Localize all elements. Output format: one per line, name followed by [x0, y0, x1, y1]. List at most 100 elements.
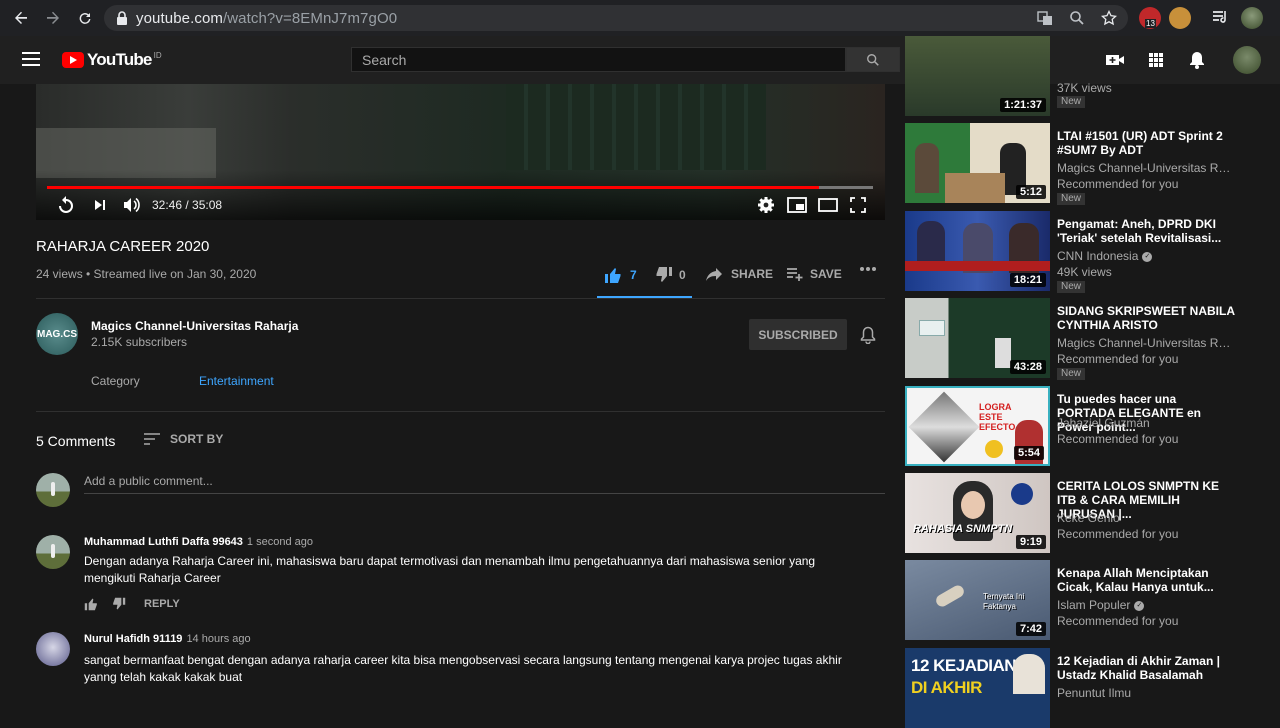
duration-badge: 5:12 — [1015, 185, 1046, 199]
suggested-video[interactable]: 12 KEJADIAN DI AKHIR 12 Kejadian di Akhi… — [905, 648, 1275, 728]
next-icon[interactable] — [92, 194, 108, 216]
video-player[interactable]: 32:46 / 35:08 — [36, 84, 885, 220]
youtube-play-icon — [62, 52, 84, 68]
replay-icon[interactable] — [56, 194, 76, 216]
add-comment-input[interactable]: Add a public comment... — [84, 474, 213, 488]
comment-dislike-icon[interactable] — [112, 597, 126, 611]
extension-cookie-icon[interactable] — [1169, 7, 1191, 29]
video-meta: 24 views • Streamed live on Jan 30, 2020 — [36, 267, 257, 281]
video-title: RAHARJA CAREER 2020 — [36, 238, 210, 255]
channel-name: CNN Indonesia ✓ — [1057, 249, 1237, 263]
channel-avatar[interactable]: MAG.CS — [36, 313, 78, 355]
time-display: 32:46 / 35:08 — [152, 198, 223, 212]
theater-mode-icon[interactable] — [818, 194, 838, 216]
category-link[interactable]: Entertainment — [199, 374, 274, 388]
video-thumbnail: 1:21:37 — [905, 36, 1050, 116]
reload-icon[interactable] — [72, 5, 98, 31]
comment-time: 1 second ago — [246, 536, 313, 548]
lock-icon — [117, 11, 127, 25]
fullscreen-icon[interactable] — [850, 194, 866, 216]
video-thumbnail: RAHASIA SNMPTN 9:19 — [905, 473, 1050, 553]
miniplayer-icon[interactable] — [787, 194, 807, 216]
new-badge: New — [1057, 193, 1086, 205]
channel-name: Penuntut Ilmu — [1057, 686, 1132, 700]
channel-name: Magics Channel-Universitas Raharja — [1057, 161, 1237, 175]
volume-icon[interactable] — [121, 194, 141, 216]
bookmark-star-icon[interactable] — [1100, 9, 1118, 27]
playlist-add-icon — [787, 268, 803, 281]
logo-region: ID — [153, 50, 162, 60]
logo-wordmark: YouTube — [87, 50, 152, 69]
extension-abp-icon[interactable]: 13 — [1139, 7, 1161, 29]
suggested-video[interactable]: 43:28 SIDANG SKRIPSWEET NABILA CYNTHIA A… — [905, 298, 1275, 380]
suggested-video[interactable]: LOGRA ESTE EFECTO 5:54 Tu puedes hacer u… — [905, 386, 1275, 466]
share-button[interactable]: SHARE — [705, 266, 773, 282]
channel-name: Jahaziel Guzmán — [1057, 416, 1150, 430]
channel-subscribers: 2.15K subscribers — [91, 335, 188, 349]
url-text: youtube.com/watch?v=8EMnJ7m7gO0 — [136, 9, 398, 27]
video-frame-scene — [506, 84, 766, 170]
zoom-icon[interactable] — [1068, 9, 1086, 27]
comment-author[interactable]: Muhammad Luthfi Daffa 99643 1 second ago — [84, 536, 313, 548]
comment-avatar[interactable] — [36, 632, 70, 666]
video-title: 12 Kejadian di Akhir Zaman | Ustadz Khal… — [1057, 654, 1220, 682]
sort-by-button[interactable]: SORT BY — [144, 432, 223, 446]
duration-badge: 9:19 — [1015, 535, 1046, 549]
suggested-video[interactable]: Ternyata Ini Faktanya 7:42 Kenapa Allah … — [905, 560, 1275, 640]
video-title: SIDANG SKRIPSWEET NABILA CYNTHIA ARISTO — [1057, 304, 1235, 332]
channel-name: Islam Populer ✓ — [1057, 598, 1237, 612]
settings-gear-icon[interactable] — [757, 194, 775, 216]
suggested-video[interactable]: 1:21:37 37K views New — [905, 36, 1275, 116]
recommendation-reason: Recommended for you — [1057, 352, 1179, 366]
save-button[interactable]: SAVE — [786, 266, 842, 282]
suggested-video[interactable]: 18:21 Pengamat: Aneh, DPRD DKI 'Teriak' … — [905, 211, 1275, 293]
suggested-video[interactable]: RAHASIA SNMPTN 9:19 CERITA LOLOS SNMPTN … — [905, 473, 1275, 553]
video-thumbnail: 12 KEJADIAN DI AKHIR — [905, 648, 1050, 728]
sort-by-label: SORT BY — [170, 432, 224, 446]
menu-icon[interactable] — [22, 52, 40, 66]
video-thumbnail: 5:12 — [905, 123, 1050, 203]
address-bar[interactable]: youtube.com/watch?v=8EMnJ7m7gO0 — [104, 5, 1128, 31]
progress-fill — [47, 186, 820, 189]
reply-button[interactable]: REPLY — [144, 598, 180, 610]
suggested-video[interactable]: 5:12 LTAI #1501 (UR) ADT Sprint 2 #SUM7 … — [905, 123, 1275, 205]
translate-icon[interactable] — [1036, 9, 1054, 27]
dislike-button[interactable]: 0 — [655, 266, 686, 284]
search-input[interactable]: Search — [351, 47, 846, 72]
comments-count: 5 Comments — [36, 433, 116, 449]
search-button[interactable] — [846, 47, 900, 72]
channel-name[interactable]: Magics Channel-Universitas Raharja — [91, 319, 298, 333]
thumbnail-text: Ternyata Ini Faktanya — [983, 592, 1025, 611]
recommendation-reason: Recommended for you — [1057, 614, 1179, 628]
comment-like-icon[interactable] — [84, 597, 98, 611]
save-label: SAVE — [810, 267, 842, 281]
duration-badge: 18:21 — [1009, 273, 1046, 287]
thumbnail-text: RAHASIA SNMPTN — [913, 523, 1013, 535]
video-thumbnail: LOGRA ESTE EFECTO 5:54 — [905, 386, 1050, 466]
view-count: 49K views — [1057, 265, 1112, 279]
current-user-avatar — [36, 473, 70, 507]
media-control-icon[interactable] — [1210, 7, 1232, 29]
verified-icon: ✓ — [1142, 251, 1153, 262]
duration-badge: 43:28 — [1009, 360, 1046, 374]
more-actions-icon[interactable] — [859, 266, 877, 272]
video-title: Pengamat: Aneh, DPRD DKI 'Teriak' setela… — [1057, 217, 1222, 245]
forward-icon[interactable] — [40, 5, 66, 31]
video-thumbnail: Ternyata Ini Faktanya 7:42 — [905, 560, 1050, 640]
back-icon[interactable] — [8, 5, 34, 31]
comment-author[interactable]: Nurul Hafidh 91119 14 hours ago — [84, 633, 251, 645]
youtube-logo[interactable]: YouTube ID — [62, 50, 162, 70]
duration-badge: 5:54 — [1013, 446, 1044, 460]
subscribed-button[interactable]: SUBSCRIBED — [749, 319, 847, 350]
channel-name: Keke Genio — [1057, 511, 1120, 525]
progress-bar[interactable] — [47, 186, 873, 189]
like-button[interactable]: 7 — [604, 266, 637, 284]
category-label: Category — [91, 374, 140, 388]
profile-avatar-icon[interactable] — [1241, 7, 1263, 29]
comment-avatar[interactable] — [36, 535, 70, 569]
info-divider — [36, 298, 885, 299]
video-thumbnail: 43:28 — [905, 298, 1050, 378]
add-comment-underline — [84, 493, 885, 494]
channel-bell-icon[interactable] — [860, 326, 876, 349]
thumbs-down-icon — [656, 267, 672, 282]
